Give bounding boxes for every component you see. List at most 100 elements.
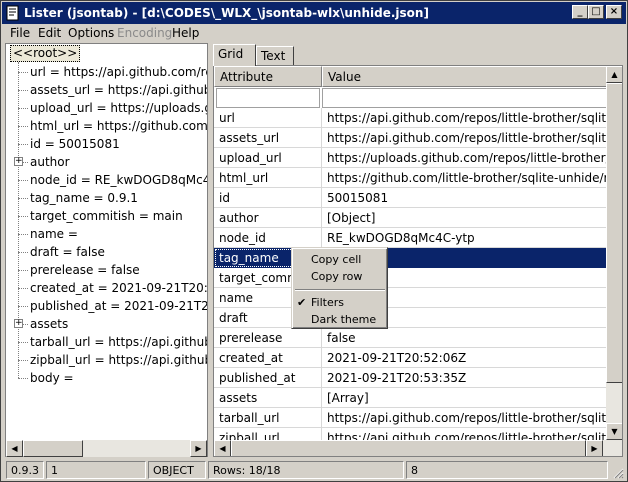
value-cell[interactable]: https://uploads.github.com/repos/little-… [322,148,607,168]
context-dark-theme[interactable]: Dark theme [311,313,376,326]
tree-item[interactable]: zipball_url = https://api.github. [30,351,207,369]
table-row[interactable]: assets [Array] [214,388,607,408]
resize-grip-icon[interactable] [612,467,624,479]
tree-item[interactable]: tag_name = 0.9.1 [30,189,138,207]
tree-item[interactable]: assets_url = https://api.github. [30,81,207,99]
tab-grid[interactable]: Grid [213,44,256,66]
grid-scroll-right-icon[interactable]: ▶ [586,440,603,456]
tree-horizontal-scrollbar[interactable]: ◀ ▶ [6,440,207,457]
context-filters[interactable]: Filters [311,296,344,309]
tree-item[interactable]: url = https://api.github.com/repo [30,63,207,81]
tree-item[interactable]: created_at = 2021-09-21T20:52 [30,279,207,297]
attribute-cell[interactable]: id [214,188,322,208]
table-row[interactable]: target_comm [214,268,607,288]
menu-file[interactable]: File [10,26,30,40]
grid-vertical-scrollbar[interactable]: ▲ ▼ [606,66,622,440]
context-copy-cell[interactable]: Copy cell [311,253,361,266]
tree-item[interactable]: tarball_url = https://api.github.c [30,333,207,351]
attribute-grid[interactable]: Attribute Value url https://api.github.co… [213,65,623,457]
attribute-cell[interactable]: author [214,208,322,228]
menu-encoding[interactable]: Encoding [117,26,172,40]
grid-horizontal-scrollbar[interactable]: ◀ ▶ [214,440,622,456]
table-row[interactable]: html_url https://github.com/little-brothe… [214,168,607,188]
tree-item[interactable]: author [30,153,70,171]
table-row[interactable]: created_at 2021-09-21T20:52:06Z [214,348,607,368]
scroll-down-icon[interactable]: ▼ [606,423,622,440]
tree-item[interactable]: id = 50015081 [30,135,120,153]
tree-branch-line [18,108,28,109]
table-row[interactable]: tag_name [214,248,607,268]
attribute-cell[interactable]: tarball_url [214,408,322,428]
column-header-value[interactable]: Value [322,66,608,87]
tree-item[interactable]: draft = false [30,243,105,261]
value-cell[interactable]: [Object] [322,208,607,228]
table-row[interactable]: name [214,288,607,308]
scroll-up-icon[interactable]: ▲ [606,66,622,83]
table-row[interactable]: upload_url https://uploads.github.com/rep… [214,148,607,168]
lister-window: Lister (jsontab) - [d:\CODES\_WLX_\jsont… [0,0,628,482]
tree-item[interactable]: name = [30,225,78,243]
menu-help[interactable]: Help [172,26,199,40]
tree-item[interactable]: upload_url = https://uploads.git [30,99,207,117]
table-row[interactable]: prerelease false [214,328,607,348]
value-cell[interactable]: https://github.com/little-brother/sqlite… [322,168,607,188]
attribute-cell[interactable]: node_id [214,228,322,248]
expand-plus-icon[interactable]: + [14,319,23,328]
attribute-cell[interactable]: created_at [214,348,322,368]
menu-edit[interactable]: Edit [38,26,61,40]
tree-item[interactable]: published_at = 2021-09-21T20: [30,297,207,315]
value-cell[interactable]: RE_kwDOGD8qMc4C-ytp [322,228,607,248]
menu-options[interactable]: Options [68,26,114,40]
window-title: Lister (jsontab) - [d:\CODES\_WLX_\jsont… [24,6,429,20]
table-row[interactable]: author [Object] [214,208,607,228]
table-row[interactable]: draft [214,308,607,328]
title-bar[interactable]: Lister (jsontab) - [d:\CODES\_WLX_\jsont… [2,2,626,24]
tree-root[interactable]: <<root>> [10,45,81,62]
tree-item[interactable]: body = [30,369,74,387]
value-cell[interactable]: 2021-09-21T20:52:06Z [322,348,607,368]
table-row[interactable]: assets_url https://api.github.com/repos/l… [214,128,607,148]
attribute-cell[interactable]: published_at [214,368,322,388]
value-filter-input[interactable] [322,88,608,108]
attribute-cell[interactable]: assets_url [214,128,322,148]
table-row[interactable]: tarball_url https://api.github.com/repos/… [214,408,607,428]
status-bar: 0.9.3 1 OBJECT Rows: 18/18 8 [2,459,626,481]
value-cell[interactable]: https://api.github.com/repos/little-brot… [322,408,607,428]
table-row[interactable]: url https://api.github.com/repos/little-b… [214,108,607,128]
attribute-cell[interactable]: upload_url [214,148,322,168]
grid-scroll-left-icon[interactable]: ◀ [214,440,231,456]
tree-item[interactable]: assets [30,315,68,333]
value-cell[interactable]: 50015081 [322,188,607,208]
maximize-button[interactable]: □ [588,5,604,19]
context-copy-row[interactable]: Copy row [311,270,362,283]
attribute-cell[interactable]: url [214,108,322,128]
value-cell[interactable]: false [322,328,607,348]
tree-item[interactable]: node_id = RE_kwDOGD8qMc4 [30,171,207,189]
attribute-cell[interactable]: assets [214,388,322,408]
tree-scroll-thumb[interactable] [23,440,83,457]
table-row[interactable]: published_at 2021-09-21T20:53:35Z [214,368,607,388]
value-cell[interactable]: https://api.github.com/repos/little-brot… [322,128,607,148]
column-header-attribute[interactable]: Attribute [214,66,322,87]
json-tree[interactable]: <<root>> url = https://api.github.com/re… [5,43,208,457]
value-cell[interactable]: https://api.github.com/repos/little-brot… [322,108,607,128]
grid-scroll-thumb[interactable] [606,83,622,383]
expand-plus-icon[interactable]: + [14,157,23,166]
attribute-cell[interactable]: prerelease [214,328,322,348]
scroll-right-icon[interactable]: ▶ [190,440,207,457]
attribute-filter-input[interactable] [216,88,320,108]
scroll-left-icon[interactable]: ◀ [6,440,23,457]
tree-branch-line [18,306,28,307]
table-row[interactable]: node_id RE_kwDOGD8qMc4C-ytp [214,228,607,248]
value-cell[interactable]: [Array] [322,388,607,408]
tree-item[interactable]: prerelease = false [30,261,140,279]
grid-hscroll-thumb[interactable] [231,440,586,456]
tree-item[interactable]: target_commitish = main [30,207,183,225]
minimize-button[interactable]: _ [572,5,588,19]
tab-text[interactable]: Text [256,46,294,66]
tree-item[interactable]: html_url = https://github.com/li [30,117,207,135]
table-row[interactable]: id 50015081 [214,188,607,208]
close-button[interactable]: × [606,5,622,19]
attribute-cell[interactable]: html_url [214,168,322,188]
value-cell[interactable]: 2021-09-21T20:53:35Z [322,368,607,388]
